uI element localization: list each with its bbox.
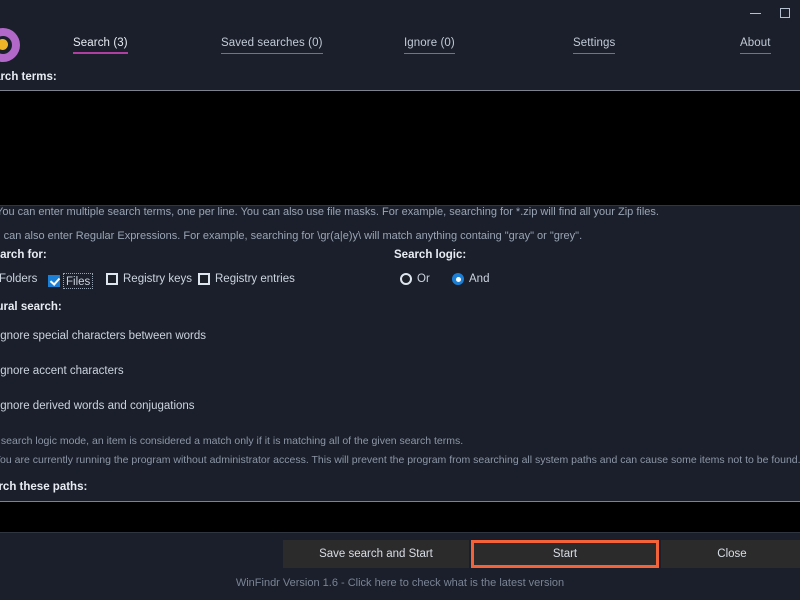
title-bar (0, 0, 800, 26)
search-terms-hint-1: You can enter multiple search terms, one… (0, 206, 659, 218)
header-bar: Search (3) Saved searches (0) Ignore (0)… (0, 26, 800, 64)
save-search-and-start-button[interactable]: Save search and Start (283, 540, 469, 568)
minimize-icon (749, 12, 761, 14)
search-paths-label: Search these paths: (0, 481, 88, 493)
tab-underline (573, 53, 616, 54)
checkbox-registry-keys-label: Registry keys (123, 273, 193, 285)
close-button[interactable]: Close (661, 540, 800, 568)
window-controls (740, 0, 800, 26)
search-panel: Search terms: You can enter multiple sea… (0, 64, 800, 536)
checkbox-ignore-derived-words[interactable]: Ignore derived words and conjugations (0, 400, 195, 412)
search-paths-input[interactable] (0, 501, 800, 533)
tab-underline (73, 52, 128, 54)
checkbox-ignore-special-characters[interactable]: Ignore special characters between words (0, 330, 206, 342)
checkbox-registry-keys[interactable]: Registry keys (106, 273, 192, 285)
version-link[interactable]: WinFindr Version 1.6 - Click here to che… (0, 577, 800, 589)
radio-or[interactable]: Or (400, 273, 430, 285)
winfindr-window: Search (3) Saved searches (0) Ignore (0)… (0, 0, 800, 600)
tab-saved-searches[interactable]: Saved searches (0) (221, 37, 323, 54)
tab-about-label: About (740, 37, 771, 49)
checkbox-ignore-accent-characters[interactable]: Ignore accent characters (0, 365, 124, 377)
minimize-button[interactable] (740, 0, 770, 26)
checkbox-box-icon (198, 273, 210, 285)
tab-search[interactable]: Search (3) (73, 37, 128, 54)
search-logic-note: In this search logic mode, an item is co… (0, 435, 464, 447)
tab-about[interactable]: About (740, 37, 771, 54)
footer-bar: Save search and Start Start Close WinFin… (0, 536, 800, 600)
search-logic-label: Search logic: (394, 249, 467, 261)
tab-bar: Search (3) Saved searches (0) Ignore (0)… (0, 26, 800, 64)
checkbox-folders[interactable]: Folders (0, 273, 37, 285)
radio-selected-icon (452, 273, 464, 285)
tab-underline (740, 53, 771, 54)
checkbox-files-label: Files (66, 276, 91, 288)
radio-unselected-icon (400, 273, 412, 285)
search-terms-label: Search terms: (0, 71, 57, 83)
search-terms-input[interactable] (0, 90, 800, 206)
radio-and[interactable]: And (452, 273, 489, 285)
maximize-icon (780, 8, 790, 18)
tab-ignore[interactable]: Ignore (0) (404, 37, 455, 54)
checkbox-ignore-accent-characters-label: Ignore accent characters (0, 365, 124, 377)
action-button-row: Save search and Start Start Close (283, 540, 800, 568)
checkbox-ignore-derived-words-label: Ignore derived words and conjugations (0, 400, 195, 412)
checkbox-checked-icon (48, 275, 60, 287)
tab-saved-searches-label: Saved searches (0) (221, 37, 323, 49)
start-button[interactable]: Start (471, 540, 659, 568)
tab-underline (221, 53, 323, 54)
tab-settings-label: Settings (573, 37, 616, 49)
checkbox-ignore-special-characters-label: Ignore special characters between words (0, 330, 207, 342)
natural-search-label: Natural search: (0, 301, 62, 313)
search-for-label: Search for: (0, 249, 47, 261)
checkbox-registry-entries[interactable]: Registry entries (198, 273, 295, 285)
maximize-button[interactable] (770, 0, 800, 26)
radio-and-label: And (469, 273, 490, 285)
radio-or-label: Or (417, 273, 430, 285)
tab-search-label: Search (3) (73, 37, 128, 49)
administrator-warning: You are currently running the program wi… (0, 454, 800, 466)
tab-settings[interactable]: Settings (573, 37, 616, 54)
checkbox-folders-label: Folders (0, 273, 38, 285)
focus-ring: Files (63, 273, 94, 289)
tab-underline (404, 53, 455, 54)
checkbox-box-icon (106, 273, 118, 285)
checkbox-registry-entries-label: Registry entries (215, 273, 295, 285)
tab-ignore-label: Ignore (0) (404, 37, 455, 49)
search-terms-hint-2: You can also enter Regular Expressions. … (0, 230, 583, 242)
checkbox-files[interactable]: Files (48, 273, 94, 289)
